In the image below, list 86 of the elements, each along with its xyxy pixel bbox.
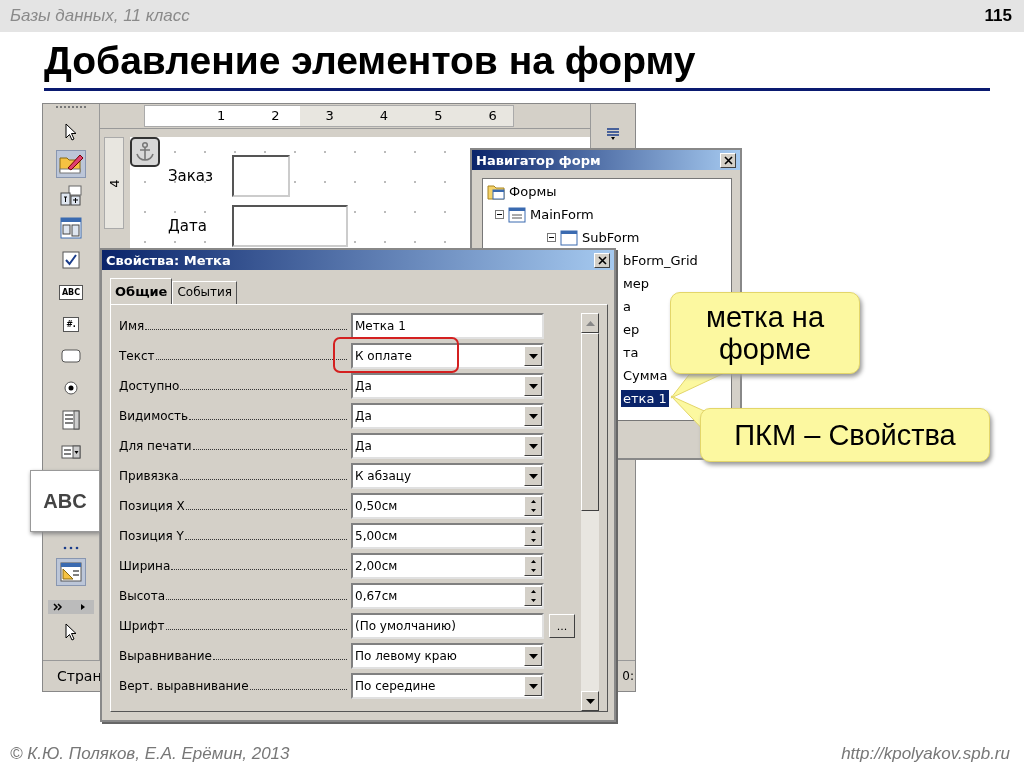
checkbox-icon[interactable] <box>61 250 81 270</box>
property-label: Позиция X <box>119 499 185 513</box>
dropdown-field[interactable]: К абзацу <box>351 463 544 489</box>
text-field[interactable]: Метка 1 <box>351 313 544 339</box>
dots-icon[interactable] <box>61 545 81 551</box>
tool-glyph[interactable]: ABC <box>58 284 84 300</box>
dropdown-field[interactable]: К оплате <box>351 343 544 369</box>
form-input-field[interactable] <box>232 205 348 247</box>
slide-title: Добавление элементов на форму <box>44 38 990 91</box>
collapse-icon[interactable] <box>547 233 556 242</box>
property-label: Высота <box>119 589 165 603</box>
ruler-number: 2 <box>271 108 280 124</box>
property-label: Позиция Y <box>119 529 184 543</box>
zoomed-label-tool: ABC <box>30 470 100 532</box>
property-label: Для печати <box>119 439 192 453</box>
tree-item[interactable]: етка 1 <box>621 390 669 407</box>
property-label: Шрифт <box>119 619 165 633</box>
close-button[interactable] <box>594 252 610 268</box>
tree-item[interactable]: MainForm <box>483 203 731 226</box>
tree-item[interactable]: bForm_Grid <box>621 252 700 269</box>
tree-item[interactable]: та <box>621 344 641 361</box>
dropdown-field[interactable]: По середине <box>351 673 544 699</box>
window-title: Свойства: Метка <box>106 252 231 268</box>
ruler-number: 1 <box>217 108 226 124</box>
spin-arrows-icon[interactable] <box>524 496 542 516</box>
property-label: Ширина <box>119 559 171 573</box>
property-label: Привязка <box>119 469 179 483</box>
property-label: Текст <box>119 349 155 363</box>
anchor-icon <box>130 137 160 167</box>
property-label: Видимость <box>119 409 189 423</box>
dropdown-field[interactable]: Да <box>351 373 544 399</box>
collapse-icon[interactable] <box>495 210 504 219</box>
form-icon <box>508 206 526 223</box>
footer-authors: © К.Ю. Поляков, Е.А. Ерёмин, 2013 <box>10 744 290 764</box>
tab[interactable]: Общие <box>110 278 173 304</box>
list-box-icon[interactable] <box>61 409 81 431</box>
pointer-icon[interactable] <box>63 622 79 642</box>
footer-url: http://kpolyakov.spb.ru <box>841 744 1010 764</box>
button-shape-icon[interactable] <box>60 347 82 365</box>
formatted-tool-button[interactable]: #. <box>56 310 86 338</box>
folder-icon <box>487 183 505 200</box>
tree-item[interactable]: а <box>621 298 633 315</box>
form-icon <box>560 229 578 246</box>
label-tool-button[interactable]: ABC <box>56 278 86 306</box>
dropdown-field[interactable]: По левому краю <box>351 643 544 669</box>
scroll-down-icon[interactable] <box>585 698 595 704</box>
pointer-icon[interactable] <box>63 122 79 142</box>
spin-arrows-icon[interactable] <box>524 526 542 546</box>
property-label: Имя <box>119 319 145 333</box>
ruler-number: 4 <box>379 108 389 124</box>
close-button[interactable] <box>720 152 736 168</box>
tree-item[interactable]: Формы <box>483 180 731 203</box>
ruler-number: 4 <box>106 178 122 188</box>
dropdown-field[interactable]: Да <box>351 403 544 429</box>
tree-item[interactable]: Сумма <box>621 367 670 384</box>
tool-glyph[interactable]: #. <box>63 316 79 332</box>
text-field[interactable]: (По умолчанию) <box>351 613 544 639</box>
page-number: 115 <box>984 6 1012 26</box>
status-text: Стран <box>57 668 102 684</box>
spin-field[interactable]: 0,50см <box>351 493 544 519</box>
ruler-number: 6 <box>488 108 497 124</box>
window-title: Навигатор форм <box>476 152 601 168</box>
tree-item[interactable]: SubForm <box>483 226 731 249</box>
form-label: Заказ <box>168 167 214 185</box>
tab[interactable]: События <box>172 281 238 304</box>
tree-item[interactable]: ер <box>621 321 642 338</box>
spin-arrows-icon[interactable] <box>524 586 542 606</box>
radio-icon[interactable] <box>63 380 79 396</box>
spin-field[interactable]: 0,67см <box>351 583 544 609</box>
property-label: Выравнивание <box>119 649 212 663</box>
dropdown-field[interactable]: Да <box>351 433 544 459</box>
form-input-field[interactable] <box>232 155 290 197</box>
scrollbar[interactable] <box>581 313 599 711</box>
list-icon[interactable] <box>605 126 621 142</box>
property-label: Верт. выравнивание <box>119 679 249 693</box>
spin-field[interactable]: 5,00см <box>351 523 544 549</box>
property-label: Доступно <box>119 379 180 393</box>
status-text: 0: <box>622 669 634 683</box>
tree-item[interactable]: мер <box>621 275 652 292</box>
form-label: Дата <box>168 217 208 235</box>
ruler-number: 5 <box>434 108 443 124</box>
course-title: Базы данных, 11 класс <box>10 6 190 26</box>
spin-field[interactable]: 2,00см <box>351 553 544 579</box>
ruler-number: 3 <box>325 108 334 124</box>
spin-arrows-icon[interactable] <box>524 556 542 576</box>
browse-button[interactable]: ... <box>549 614 575 638</box>
